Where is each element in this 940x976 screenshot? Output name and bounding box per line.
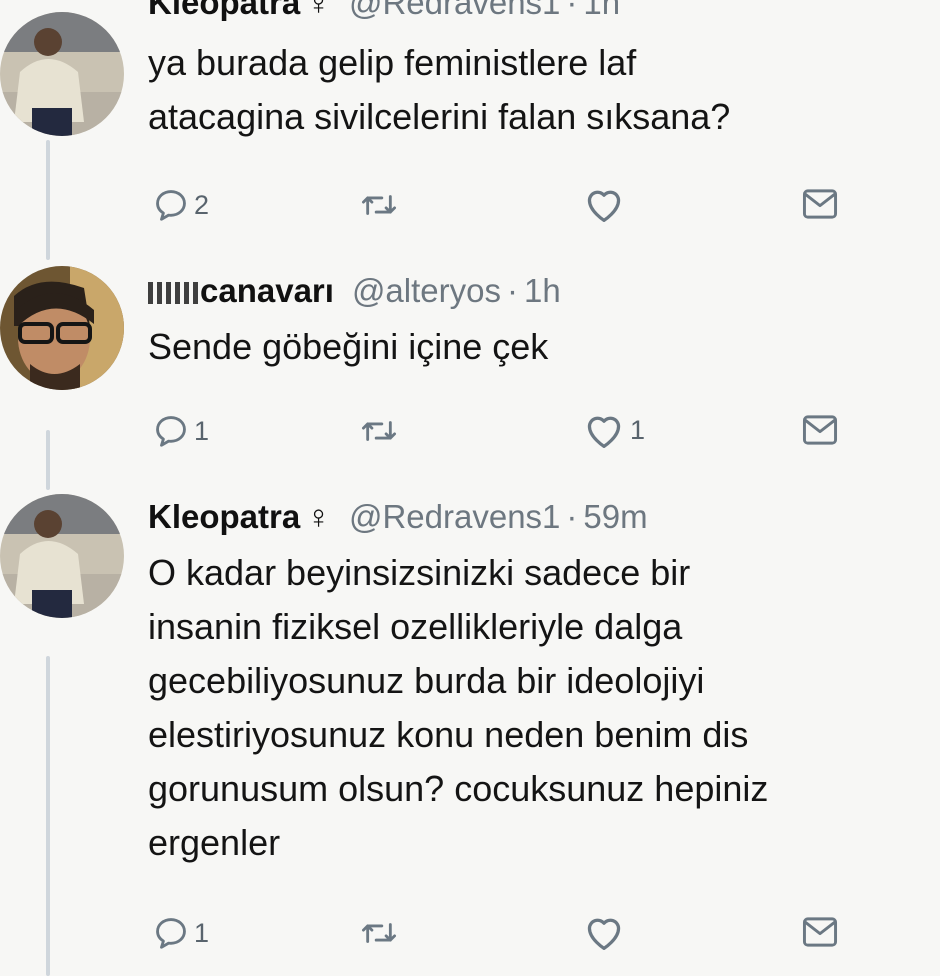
retweet-icon — [362, 421, 397, 441]
gender-symbol: ♀ — [306, 0, 331, 21]
timestamp[interactable]: 1h — [524, 272, 561, 309]
tweet-text-line: gorunusum olsun? cocuksunuz hepiniz — [148, 768, 769, 809]
user-handle[interactable]: @Redravens1 — [349, 498, 560, 535]
avatar-photo — [0, 266, 124, 390]
separator: · — [566, 0, 578, 21]
avatar[interactable] — [0, 266, 124, 390]
user-handle[interactable]: @alteryos — [352, 272, 501, 309]
avatar-photo — [0, 12, 124, 136]
timestamp[interactable]: 59m — [583, 498, 647, 535]
thread-line — [46, 140, 50, 260]
separator: · — [566, 498, 578, 535]
separator: · — [507, 272, 518, 309]
message-button[interactable] — [800, 412, 840, 448]
tweet-header: Kleopatra ♀ @Redravens1 · 59m — [148, 498, 648, 536]
tweet-text-line: ergenler — [148, 822, 281, 863]
tweet-text-line: Sende göbeğini içine çek — [148, 326, 549, 367]
thread-line — [46, 430, 50, 490]
mail-icon — [802, 917, 838, 947]
tweet-text: ya burada gelip feministlere laf atacagi… — [148, 36, 938, 144]
user-handle[interactable]: @Redravens1 — [349, 0, 560, 21]
tweet-text-line: atacagina sivilcelerini falan sıksana? — [148, 96, 731, 137]
retweet-button[interactable] — [358, 188, 400, 222]
tweet-text-line: gecebiliyosunuz burda bir ideolojiyi — [148, 660, 705, 701]
display-name[interactable]: canavarı — [200, 272, 334, 309]
reply-count: 1 — [194, 917, 210, 948]
reply-icon — [156, 416, 186, 447]
avatar-photo — [0, 494, 124, 618]
retweet-icon — [362, 923, 397, 943]
heart-icon — [587, 416, 621, 448]
tweet-text-line: insanin fiziksel ozellikleriyle dalga — [148, 606, 683, 647]
reply-count: 2 — [194, 189, 210, 220]
gender-symbol: ♀ — [306, 498, 331, 535]
like-button[interactable]: 1 — [582, 410, 645, 450]
timestamp[interactable]: 1h — [583, 0, 620, 21]
mail-icon — [802, 415, 838, 445]
tweet-text-line: O kadar beyinsizsinizki sadece bir — [148, 552, 691, 593]
display-name[interactable]: Kleopatra — [148, 0, 300, 21]
mail-icon — [802, 189, 838, 219]
retweet-button[interactable] — [358, 916, 400, 950]
like-button[interactable] — [582, 912, 626, 952]
heart-icon — [587, 190, 621, 222]
tweet-text-line: elestiriyosunuz konu neden benim dis — [148, 714, 749, 755]
thread-line — [46, 656, 50, 976]
display-name[interactable]: Kleopatra — [148, 498, 300, 535]
like-button[interactable] — [582, 184, 626, 224]
name-prefix-redacted — [148, 282, 200, 305]
message-button[interactable] — [800, 914, 840, 950]
tweet-text: Sende göbeğini içine çek — [148, 320, 938, 374]
reply-count: 1 — [194, 415, 210, 446]
reply-icon — [156, 918, 186, 949]
avatar[interactable] — [0, 494, 124, 618]
message-button[interactable] — [800, 186, 840, 222]
reply-button[interactable]: 1 — [152, 914, 209, 952]
tweet-text: O kadar beyinsizsinizki sadece bir insan… — [148, 546, 938, 870]
like-count: 1 — [630, 414, 646, 445]
reply-button[interactable]: 1 — [152, 412, 209, 450]
retweet-button[interactable] — [358, 414, 400, 448]
tweet-header: canavarı @alteryos · 1h — [148, 272, 561, 310]
reply-icon — [156, 190, 186, 221]
retweet-icon — [362, 195, 397, 215]
reply-button[interactable]: 2 — [152, 186, 209, 224]
heart-icon — [587, 918, 621, 950]
avatar[interactable] — [0, 12, 124, 136]
tweet-header: Kleopatra ♀ @Redravens1 · 1h — [148, 0, 620, 22]
tweet-text-line: ya burada gelip feministlere laf — [148, 42, 637, 83]
